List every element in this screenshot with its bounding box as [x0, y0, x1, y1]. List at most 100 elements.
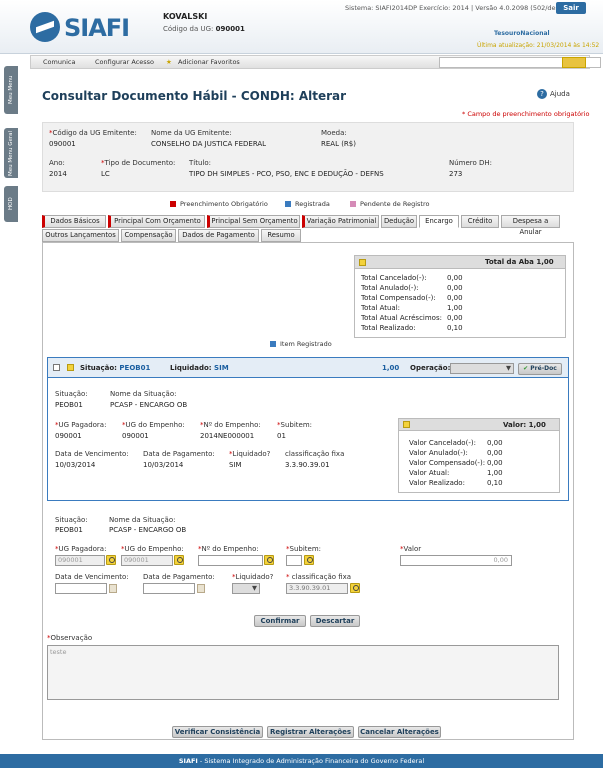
search-icon[interactable]: [106, 555, 116, 565]
nome-sit-label: Nome da Situação:: [110, 390, 177, 398]
total-row-value: 0,00: [447, 294, 463, 302]
valor-row-label: Valor Realizado:: [409, 479, 465, 487]
collapse-icon[interactable]: [359, 259, 366, 266]
logout-button[interactable]: Sair: [556, 2, 586, 14]
form-venc-label: Data de Vencimento:: [55, 573, 129, 581]
titulo-label: Título:: [189, 159, 211, 167]
menu-go-button[interactable]: [562, 57, 586, 68]
total-row-label: Total Anulado(-):: [361, 284, 419, 292]
situacao-title: Situação: PEOB01: [80, 364, 151, 372]
valor-row-label: Valor Atual:: [409, 469, 450, 477]
valor-row-value: 0,00: [487, 459, 503, 467]
subitem-label: *Subitem:: [277, 421, 312, 429]
search-icon[interactable]: [174, 555, 184, 565]
menu-comunica[interactable]: Comunica: [43, 58, 75, 66]
calendar-icon[interactable]: [197, 584, 205, 593]
descartar-button[interactable]: Descartar: [310, 615, 360, 627]
tab-despesa-a-anular[interactable]: Despesa a Anular: [501, 215, 560, 236]
help-icon: ?: [537, 89, 547, 99]
valor-row-label: Valor Cancelado(-):: [409, 439, 476, 447]
tab-encargo[interactable]: Encargo: [419, 215, 459, 228]
top-menu: Comunica Configurar Acesso ★ Adicionar F…: [30, 55, 601, 69]
sidetab-hod[interactable]: HOD: [4, 186, 18, 222]
n-empenho-input[interactable]: [198, 555, 263, 566]
valor-row-label: Valor Anulado(-):: [409, 449, 468, 457]
red-flag-icon: [170, 201, 176, 207]
ug-emp-value: 090001: [122, 432, 149, 440]
tab-dados-de-pagamento[interactable]: Dados de Pagamento: [178, 229, 259, 242]
liq-label: *Liquidado?: [229, 450, 271, 458]
footer: SIAFI - Sistema Integrado de Administraç…: [0, 754, 603, 768]
tab-principal-com-orçamento[interactable]: Principal Com Orçamento: [108, 215, 205, 228]
tipo-label: *Tipo de Documento:: [101, 159, 176, 167]
tab-compensação[interactable]: Compensação: [121, 229, 176, 242]
calendar-icon[interactable]: [109, 584, 117, 593]
nome-ug-label: Nome da UG Emitente:: [151, 129, 232, 137]
valor-box: Valor: 1,00 Valor Cancelado(-): 0,00 Valor…: [398, 418, 560, 493]
tab-variação-patrimonial[interactable]: Variação Patrimonial: [302, 215, 379, 228]
total-row-value: 0,00: [447, 274, 463, 282]
ug-pagadora-input[interactable]: 090001: [55, 555, 105, 566]
cod-ug-label: *Código da UG Emitente:: [49, 129, 137, 137]
pagamento-input[interactable]: [143, 583, 195, 594]
help-link[interactable]: ? Ajuda: [537, 89, 570, 99]
cancelar-alteracoes-button[interactable]: Cancelar Alterações: [358, 726, 441, 738]
valor-row-value: 0,00: [487, 439, 503, 447]
ug-code: Código da UG: 090001: [163, 25, 245, 33]
form-subitem-label: *Subitem:: [286, 545, 321, 553]
pag-value: 10/03/2014: [143, 461, 184, 469]
total-row-value: 0,00: [447, 314, 463, 322]
tab-dedução[interactable]: Dedução: [381, 215, 417, 228]
valor-row-value: 0,00: [487, 449, 503, 457]
registrar-alteracoes-button[interactable]: Registrar Alterações: [267, 726, 354, 738]
form-sit-value: PEOB01: [55, 526, 83, 534]
valor-input[interactable]: 0,00: [400, 555, 512, 566]
form-n-emp-label: *Nº do Empenho:: [198, 545, 259, 553]
numero-value: 273: [449, 170, 463, 178]
sidetab-menu-geral[interactable]: Meu Menu Geral: [4, 128, 18, 178]
sidetab-meu-menu[interactable]: Meu Menu: [4, 66, 18, 114]
liquidado-select[interactable]: ▼: [232, 583, 260, 594]
observacao-textarea[interactable]: teste: [47, 645, 559, 700]
ug-empenho-input[interactable]: 090001: [121, 555, 173, 566]
menu-configurar-acesso[interactable]: Configurar Acesso: [95, 58, 154, 66]
total-row-value: 0,00: [447, 284, 463, 292]
n-emp-value: 2014NE000001: [200, 432, 255, 440]
form-class-label: * classificação fixa: [286, 573, 352, 581]
tab-dados-básicos[interactable]: Dados Básicos: [42, 215, 106, 228]
app-header: SIAFI KOVALSKI Código da UG: 090001 Sist…: [0, 0, 603, 54]
valor-row-value: 1,00: [487, 469, 503, 477]
valor-box-title: Valor: 1,00: [503, 421, 546, 429]
total-row-label: Total Atual:: [361, 304, 401, 312]
operacao-select[interactable]: ▼: [450, 363, 514, 374]
total-row-value: 1,00: [447, 304, 463, 312]
expand-icon[interactable]: [67, 364, 74, 371]
numero-label: Número DH:: [449, 159, 493, 167]
confirmar-button[interactable]: Confirmar: [254, 615, 306, 627]
vencimento-input[interactable]: [55, 583, 107, 594]
tab-principal-sem-orçamento[interactable]: Principal Sem Orçamento: [207, 215, 300, 228]
user-name: KOVALSKI: [163, 12, 208, 21]
class-value: 3.3.90.39.01: [285, 461, 330, 469]
nome-sit-value: PCASP - ENCARGO OB: [110, 401, 188, 409]
situacao-valor: 1,00: [382, 364, 400, 372]
tab-crédito[interactable]: Crédito: [461, 215, 499, 228]
search-icon[interactable]: [304, 555, 314, 565]
tab-resumo[interactable]: Resumo: [261, 229, 301, 242]
form-ug-pag-label: *UG Pagadora:: [55, 545, 107, 553]
classificacao-input[interactable]: 3.3.90.39.01: [286, 583, 348, 594]
menu-adicionar-favoritos[interactable]: Adicionar Favoritos: [178, 58, 240, 66]
collapse-icon[interactable]: [403, 421, 410, 428]
ug-emp-label: *UG do Empenho:: [122, 421, 185, 429]
pre-doc-button[interactable]: ✔ Pré-Doc: [518, 363, 562, 375]
verificar-consistencia-button[interactable]: Verificar Consistência: [172, 726, 263, 738]
subitem-input[interactable]: [286, 555, 302, 566]
liq-value: SIM: [229, 461, 242, 469]
search-icon[interactable]: [264, 555, 274, 565]
search-icon[interactable]: [350, 583, 360, 593]
nome-ug-value: CONSELHO DA JUSTICA FEDERAL: [151, 140, 267, 148]
total-row-label: Total Compensado(-):: [361, 294, 436, 302]
item-checkbox[interactable]: [53, 364, 60, 371]
tab-outros-lançamentos[interactable]: Outros Lançamentos: [42, 229, 119, 242]
document-info: *Código da UG Emitente: 090001 Nome da U…: [42, 122, 574, 192]
